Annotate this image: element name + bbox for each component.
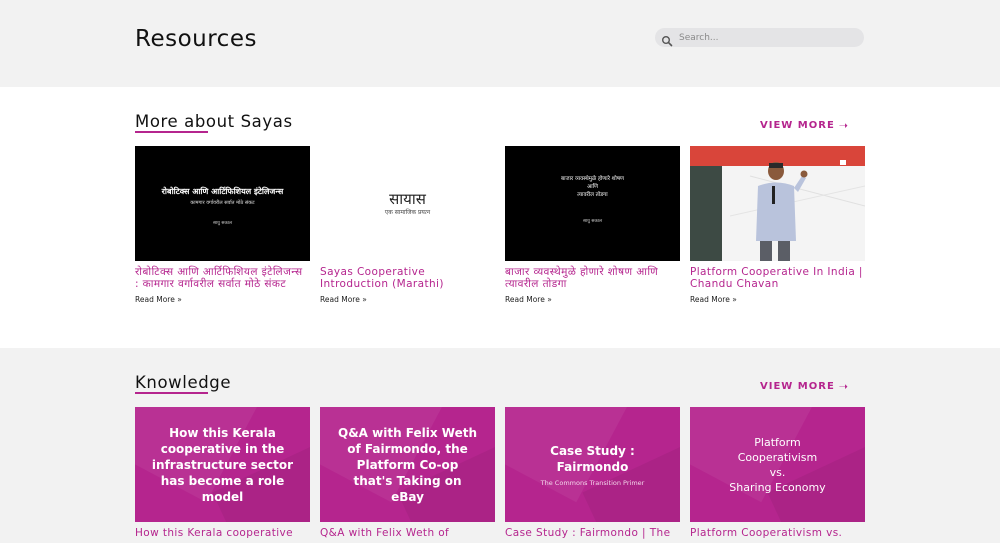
read-more-link[interactable]: Read More » [690, 295, 865, 304]
arrow-right-icon: ➝ [838, 119, 849, 132]
speaker-photo[interactable] [690, 146, 865, 261]
page-title: Resources [135, 26, 257, 52]
thumbnail-text: कामगार वर्गावरील सर्वात मोठे संकट [190, 200, 255, 206]
card-title-link[interactable]: How this Kerala cooperative [135, 527, 310, 539]
list-item: सायास एक सामाजिक प्रयत्न Sayas Cooperati… [320, 146, 495, 304]
video-thumbnail[interactable]: बाजार व्यवस्थेमुळे होणारे शोषण आणि त्याव… [505, 146, 680, 261]
list-item: बाजार व्यवस्थेमुळे होणारे शोषण आणि त्याव… [505, 146, 680, 304]
list-item: Platform Cooperative In India | Chandu C… [690, 146, 865, 304]
speaker-photo-illustration [690, 146, 865, 261]
sayas-card-list: रोबोटिक्स आणि आर्टिफिशियल इंटेलिजन्स काम… [135, 146, 865, 304]
list-item: रोबोटिक्स आणि आर्टिफिशियल इंटेलिजन्स काम… [135, 146, 310, 304]
tile-text: Case Study : Fairmondo [550, 443, 635, 474]
arrow-right-icon: ➝ [838, 380, 849, 393]
article-tile[interactable]: How this Kerala cooperative in the infra… [135, 407, 310, 522]
thumbnail-text: एक सामाजिक प्रयत्न [384, 209, 431, 216]
card-title-link[interactable]: Case Study : Fairmondo | The [505, 527, 680, 539]
heading-underline [135, 392, 208, 394]
tile-subtitle: The Commons Transition Primer [540, 478, 645, 487]
read-more-link[interactable]: Read More » [320, 295, 495, 304]
card-title-link[interactable]: Q&A with Felix Weth of [320, 527, 495, 539]
list-item: Platform Cooperativism vs. Sharing Econo… [690, 407, 865, 539]
card-title-link[interactable]: रोबोटिक्स आणि आर्टिफिशियल इंटेलिजन्स : क… [135, 266, 310, 290]
search-input[interactable] [679, 32, 849, 43]
view-more-knowledge-link[interactable]: VIEW MORE ➝ [760, 380, 849, 393]
knowledge-section: Knowledge VIEW MORE ➝ How this Kerala co… [0, 348, 1000, 543]
card-title-link[interactable]: Platform Cooperativism vs. [690, 527, 865, 539]
article-tile[interactable]: Platform Cooperativism vs. Sharing Econo… [690, 407, 865, 522]
thumbnail-text: साधु सकाल [212, 221, 233, 226]
tile-text: vs. [769, 465, 786, 479]
thumbnail-text: आणि [586, 184, 599, 190]
thumbnail-text: साधु सकाल [582, 219, 603, 224]
video-thumbnail[interactable]: रोबोटिक्स आणि आर्टिफिशियल इंटेलिजन्स काम… [135, 146, 310, 261]
view-more-sayas-link[interactable]: VIEW MORE ➝ [760, 119, 849, 132]
section-heading-knowledge: Knowledge [135, 373, 232, 392]
view-more-label: VIEW MORE [759, 381, 835, 392]
thumbnail-text: रोबोटिक्स आणि आर्टिफिशियल इंटेलिजन्स [161, 187, 284, 196]
card-title-link[interactable]: Platform Cooperative In India | Chandu C… [690, 266, 865, 290]
thumbnail-text: त्यावरील तोडगा [577, 192, 608, 198]
read-more-link[interactable]: Read More » [135, 295, 310, 304]
tile-text: How this Kerala cooperative in the infra… [151, 425, 294, 504]
list-item: How this Kerala cooperative in the infra… [135, 407, 310, 539]
thumbnail-text: बाजार व्यवस्थेमुळे होणारे शोषण [560, 176, 625, 182]
heading-underline [135, 131, 208, 133]
section-heading-sayas: More about Sayas [135, 112, 293, 131]
search-icon[interactable] [661, 32, 673, 46]
search-box[interactable] [655, 28, 864, 47]
card-title-link[interactable]: बाजार व्यवस्थेमुळे होणारे शोषण आणि त्याव… [505, 266, 680, 290]
video-thumbnail[interactable]: सायास एक सामाजिक प्रयत्न [320, 146, 495, 261]
thumbnail-text: सायास [389, 190, 426, 208]
article-tile[interactable]: Case Study : Fairmondo The Commons Trans… [505, 407, 680, 522]
list-item: Q&A with Felix Weth of Fairmondo, the Pl… [320, 407, 495, 539]
tile-text: Cooperativism [737, 450, 818, 464]
tile-text: Sharing Economy [729, 480, 826, 494]
page-header: Resources [0, 0, 1000, 87]
knowledge-card-list: How this Kerala cooperative in the infra… [135, 407, 865, 539]
tile-text: Q&A with Felix Weth of Fairmondo, the Pl… [338, 425, 478, 504]
list-item: Case Study : Fairmondo The Commons Trans… [505, 407, 680, 539]
read-more-link[interactable]: Read More » [505, 295, 680, 304]
view-more-label: VIEW MORE [759, 120, 835, 131]
tile-text: Platform [754, 435, 801, 449]
sayas-section: More about Sayas VIEW MORE ➝ रोबोटिक्स आ… [0, 87, 1000, 348]
card-title-link[interactable]: Sayas Cooperative Introduction (Marathi) [320, 266, 495, 290]
article-tile[interactable]: Q&A with Felix Weth of Fairmondo, the Pl… [320, 407, 495, 522]
